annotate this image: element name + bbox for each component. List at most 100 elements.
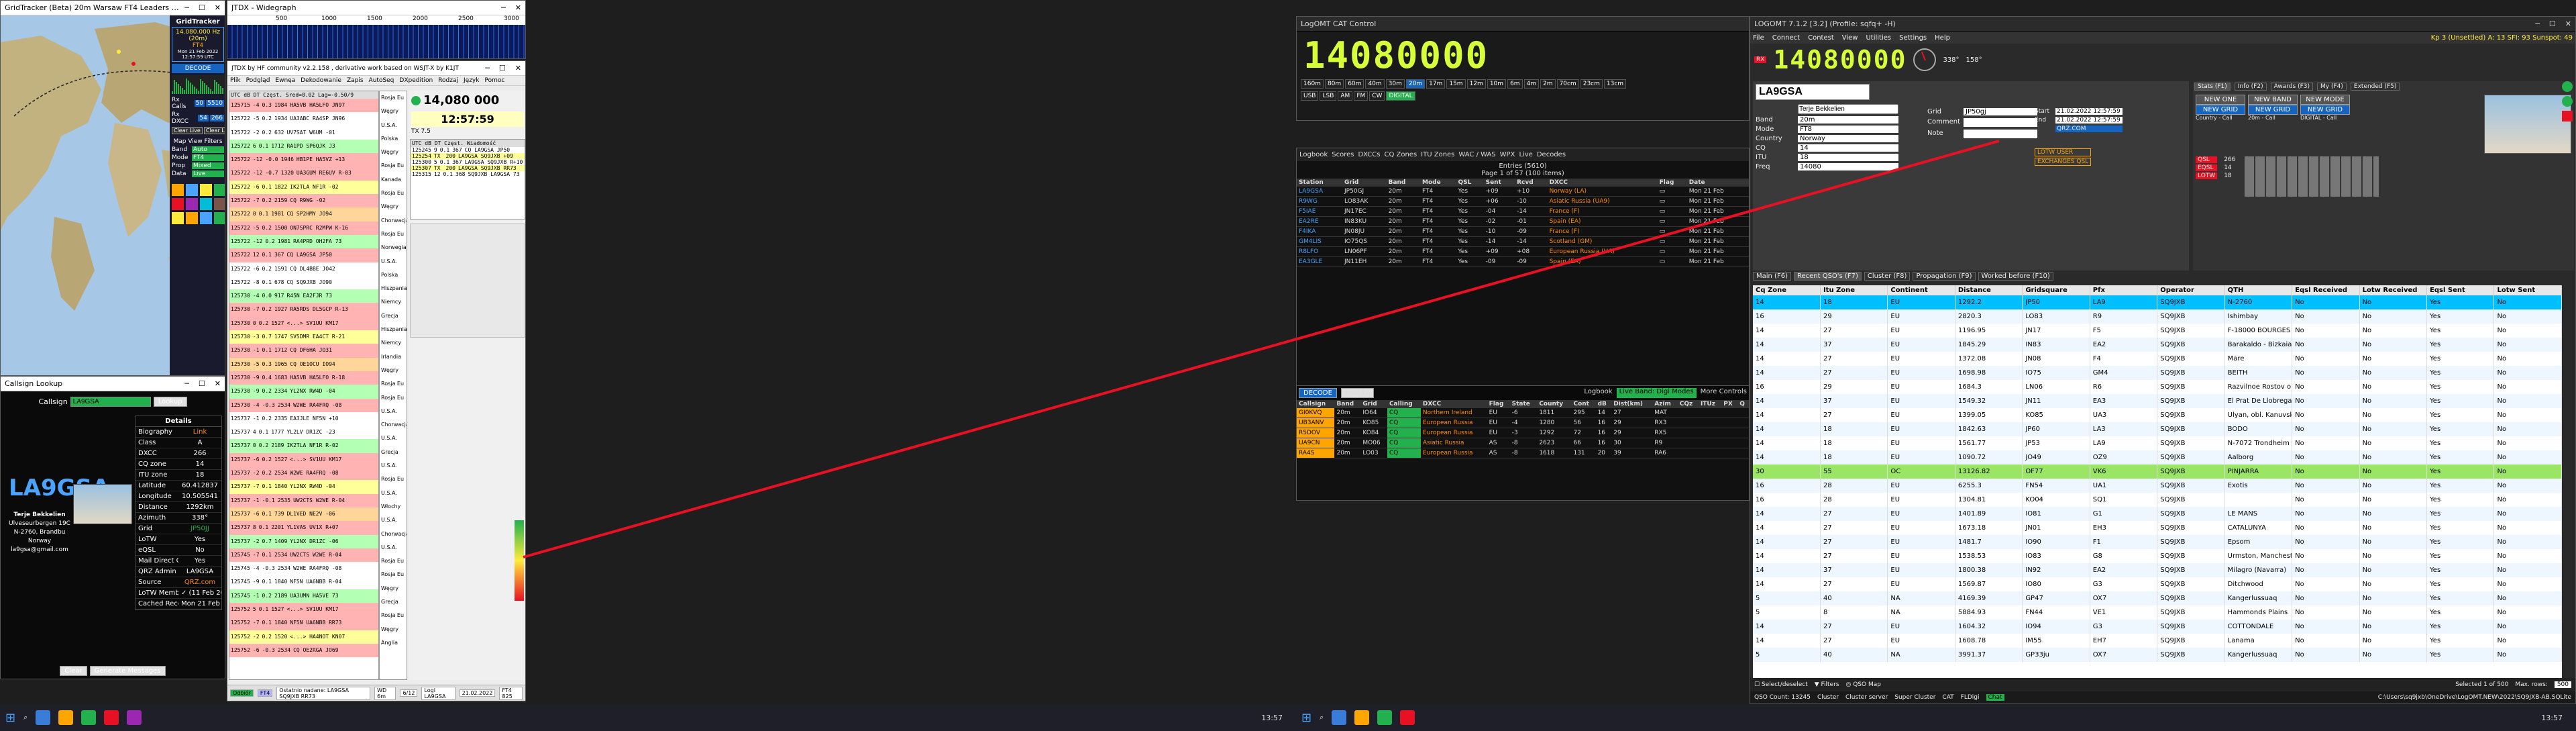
decode-row[interactable]: 125737 4 0.1 1777 YL2LV DR1ZC -23 xyxy=(229,426,378,440)
decode-row[interactable]: 125745 -4 -0.3 2534 W2WE RA4FRQ -08 xyxy=(229,562,378,576)
stats-tab[interactable]: Awards (F3) xyxy=(2270,83,2313,91)
mode-button[interactable]: DIGITAL xyxy=(1386,91,1415,101)
maximize-icon[interactable]: ☐ xyxy=(499,64,506,72)
grid-field[interactable]: JP50gj xyxy=(1964,108,2037,115)
select-deselect-button[interactable]: ☐ Select/deselect xyxy=(1754,681,1808,688)
rx-row[interactable]: 125315 12 0.1 368 SQ9JXB LA9GSA 73 xyxy=(411,171,525,177)
menu-item[interactable]: Settings xyxy=(1899,34,1927,42)
taskbar-app-icon[interactable] xyxy=(1400,710,1415,725)
mode-button[interactable]: LSB xyxy=(1320,91,1337,101)
bottom-tab[interactable]: Main (F6) xyxy=(1753,272,1791,281)
column-header[interactable]: Lotw Received xyxy=(2359,285,2428,295)
status-item[interactable]: Chat xyxy=(1986,694,2004,701)
more-controls-link[interactable]: More Controls xyxy=(1701,388,1747,398)
status-item[interactable]: CAT xyxy=(1942,694,1953,701)
qso-row[interactable]: 5 40 NA 3991.37 GP33ju OX7 SQ9JXB Kangerlussuaq… xyxy=(1753,648,2562,662)
menu-item[interactable]: Plik xyxy=(230,77,241,84)
menu-item[interactable]: Ewnęa xyxy=(275,77,295,84)
decode-row[interactable]: 125730 -4 -0.3 2534 W2WE RA4FRQ -08 xyxy=(229,398,378,412)
qso-row[interactable]: 14 18 EU 1561.77 JP53 LA9 SQ9JXB N-7072 Trondhe… xyxy=(1753,436,2562,450)
decode-row[interactable]: 125722 -6 0.1 1822 IK2TLA NF1R -02 xyxy=(229,180,378,195)
filters-button[interactable]: ▼ Filters xyxy=(1815,681,1839,688)
decode-row[interactable]: 125722 -6 0.2 1591 CQ DL4BBE JO42 xyxy=(229,262,378,276)
decode-row[interactable]: 125722 -12 -0.0 1946 HB1PE HA5VZ +13 xyxy=(229,153,378,167)
taskbar-app-icon[interactable] xyxy=(36,710,51,725)
band-button[interactable]: 13cm xyxy=(1603,79,1627,89)
band-button[interactable]: 10m xyxy=(1487,79,1507,89)
stats-tab[interactable]: Info (F2) xyxy=(2234,83,2267,91)
note-field[interactable] xyxy=(1964,130,2037,138)
band-button[interactable]: 23cm xyxy=(1580,79,1603,89)
minimize-icon[interactable]: ─ xyxy=(184,379,189,388)
decode-row[interactable]: 125722 -7 0.2 2159 CQ R9WG -02 xyxy=(229,194,378,208)
column-header[interactable]: Cq Zone xyxy=(1753,285,1821,295)
qso-row[interactable]: 14 27 EU 1698.98 IO75 GM4 SQ9JXB BEITH No No Yes No xyxy=(1753,366,2562,380)
decode-list[interactable]: 125715 -4 0.3 1984 HA5VB HA5LFO JN97 125722 -5… xyxy=(229,99,378,658)
close-icon[interactable]: ✕ xyxy=(215,3,221,12)
menu-item[interactable]: Help xyxy=(1935,34,1950,42)
maximize-icon[interactable]: ☐ xyxy=(2549,19,2556,28)
rx-row[interactable]: 125245 9 0.1 367 CQ LA9GSA JP50 xyxy=(411,147,525,153)
start-time-field[interactable]: 21.02.2022 12:57:59 xyxy=(2055,108,2123,115)
decode-row[interactable]: 125737 -1 -0.1 2535 UW2CTS W2WE R-04 xyxy=(229,493,378,507)
close-icon[interactable]: ✕ xyxy=(2565,19,2571,28)
bottom-tab[interactable]: Worked before (F10) xyxy=(1978,272,2053,281)
qso-row[interactable]: 14 27 EU 1569.87 IO80 G3 SQ9JXB Ditchwood No No Ye… xyxy=(1753,577,2562,591)
decode-row[interactable]: 125722 -5 0.2 1934 UA3ABC RA4SP JN96 xyxy=(229,112,378,126)
column-header[interactable]: Azim xyxy=(1652,400,1678,408)
lookup-button[interactable]: Lookup xyxy=(153,397,187,407)
qso-row[interactable]: 16 29 EU 2820.3 LO83 R9 SQ9JXB Ishimbay No No Yes N… xyxy=(1753,309,2562,324)
logbook-tab[interactable]: WAC / WAS xyxy=(1458,151,1495,158)
tool-icon[interactable] xyxy=(214,184,225,196)
qso-row[interactable]: 5 40 NA 4169.39 GP47 OX7 SQ9JXB Kangerlussuaq No… xyxy=(1753,591,2562,605)
max-rows-field[interactable]: 500 xyxy=(2554,681,2571,688)
delete-icon[interactable] xyxy=(2562,111,2573,121)
rx-row[interactable]: 125300 5 0.1 367 LA9GSA SQ9JXB R+10 xyxy=(411,159,525,165)
decode-row[interactable]: 125737 -2 0.2 2534 W2WE RA4FRQ -08 xyxy=(229,467,378,481)
itu-field[interactable]: 18 xyxy=(1798,154,1898,161)
qso-row[interactable]: 14 27 EU 1538.53 IO83 G8 SQ9JXB Urmston, Manche… xyxy=(1753,549,2562,563)
column-header[interactable]: Band xyxy=(1387,179,1420,187)
column-header[interactable]: Sent xyxy=(1484,179,1515,187)
band-button[interactable]: 17m xyxy=(1426,79,1446,89)
taskbar-app-icon[interactable] xyxy=(127,710,142,725)
decode-row[interactable]: 125722 6 0.1 1712 RA1PD SP6QJK J3 xyxy=(229,139,378,154)
menu-item[interactable]: Connect xyxy=(1772,34,1800,42)
clear-log-button[interactable]: Clear Log xyxy=(203,127,225,134)
decode-row[interactable]: 125737 8 0.1 2201 YL1VAS UV1X R+07 xyxy=(229,521,378,535)
decode-row[interactable]: 125745 -9 0.1 1840 NF5N UA6NBB R-04 xyxy=(229,575,378,589)
close-icon[interactable]: ✕ xyxy=(515,64,521,72)
bottom-tab[interactable]: Cluster (F8) xyxy=(1864,272,1911,281)
column-header[interactable]: Eqsl Received xyxy=(2292,285,2360,295)
qso-row[interactable]: 14 27 EU 1673.18 JN01 EH3 SQ9JXB CATALUNYA No No Y… xyxy=(1753,521,2562,535)
menu-item[interactable]: Podgląd xyxy=(246,77,270,84)
decode-row[interactable]: 125737 -2 0.7 1409 YL2NX DR1ZC -06 xyxy=(229,534,378,548)
column-header[interactable]: DXCC xyxy=(1421,400,1487,408)
mode-button[interactable]: AM xyxy=(1338,91,1353,101)
live-band-badge[interactable]: Live Band: Digi Modes xyxy=(1616,388,1697,398)
logbook-tab[interactable]: Live xyxy=(1519,151,1532,158)
band-button[interactable]: 20m xyxy=(1405,79,1426,89)
menu-item[interactable]: Język xyxy=(464,77,479,84)
logbook-row[interactable]: F5IAE JN17EC 20m FT4 Yes -04 -14 France (F) ▭ Mon… xyxy=(1297,207,1749,217)
roster-row[interactable]: R5DOV 20m KO84 CQ European Russia EU -3 1292 72 1… xyxy=(1297,428,1749,438)
logbook-tab[interactable]: DXCCs xyxy=(1358,151,1380,158)
decode-row[interactable]: 125745 -1 0.2 2189 UA3UMN HA5VE 73 xyxy=(229,589,378,603)
generate-messages-button[interactable]: Generate Messages xyxy=(89,666,166,676)
qso-row[interactable]: 30 55 OC 13126.82 OF77 VK6 SQ9JXB PINJARRA No No Y… xyxy=(1753,465,2562,479)
column-header[interactable]: Gridsquare xyxy=(2022,285,2090,295)
jtdx-titlebar[interactable]: JTDX by HF community v2.2.158 , derivati… xyxy=(227,61,525,76)
column-header[interactable]: Grid xyxy=(1342,179,1387,187)
decode-row[interactable]: 125737 -6 0.2 1527 <...> SV1UU KM17 xyxy=(229,452,378,467)
logbook-row[interactable]: LA9GSA JP50GJ 20m FT4 Yes +09 +10 Norway (LA) ▭ M… xyxy=(1297,187,1749,197)
qso-row[interactable]: 14 27 EU 1399.05 KO85 UA3 SQ9JXB Ulyan, obl. Ka… xyxy=(1753,408,2562,422)
column-header[interactable]: dB xyxy=(1596,400,1612,408)
tx-enable-icon[interactable] xyxy=(411,95,421,105)
taskbar-app-icon[interactable] xyxy=(1354,710,1370,725)
menu-item[interactable]: Utilities xyxy=(1866,34,1891,42)
decode-row[interactable]: 125730 -7 0.2 1927 RA5RDS DL5GCP R-13 xyxy=(229,303,378,317)
taskbar-app-icon[interactable] xyxy=(81,710,97,725)
decode-row[interactable]: 125722 -12 -0.7 1320 UA3GUM RE6UV R-03 xyxy=(229,166,378,181)
roster-row[interactable]: UB3ANV 20m KO85 CQ European Russia EU -4 1280 56… xyxy=(1297,418,1749,428)
decode-row[interactable]: 125730 -3 0.7 1747 SV5DMR EA4CT R-21 xyxy=(229,330,378,344)
